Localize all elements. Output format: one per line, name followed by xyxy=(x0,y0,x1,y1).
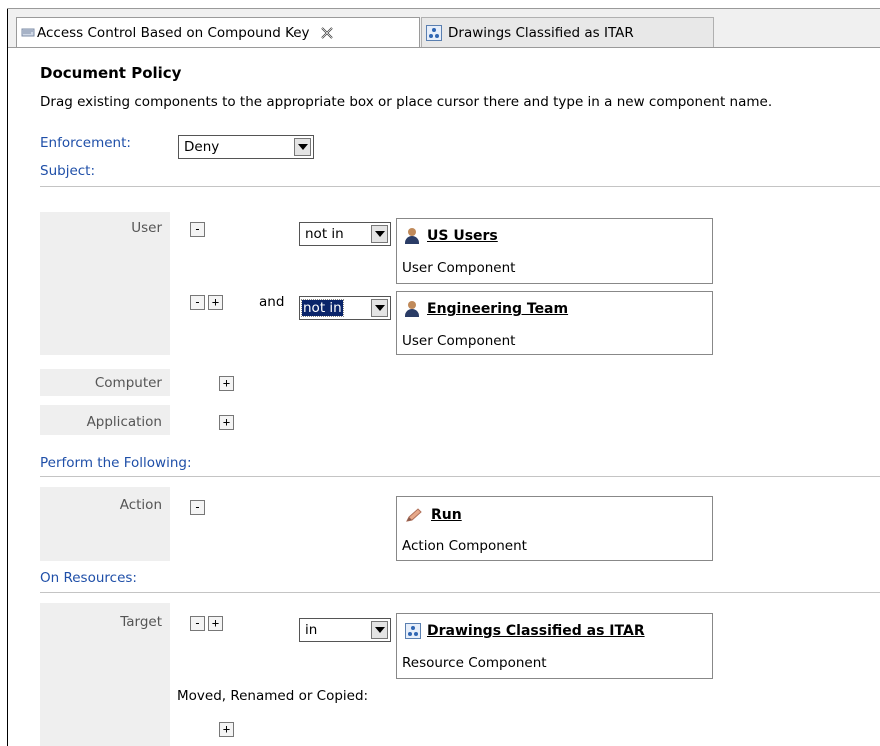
section-perform: Perform the Following: xyxy=(40,455,192,471)
action-icon xyxy=(406,508,422,522)
user-component-us-users[interactable]: US Users User Component xyxy=(396,218,713,284)
divider xyxy=(40,476,880,477)
enforcement-select[interactable]: Deny xyxy=(178,135,314,159)
close-icon[interactable] xyxy=(320,26,334,40)
operator-value: in xyxy=(305,622,318,638)
moved-renamed-copied-label: Moved, Renamed or Copied: xyxy=(177,688,369,704)
enforcement-label: Enforcement: xyxy=(40,135,131,151)
user-icon xyxy=(405,301,419,317)
page-description: Drag existing components to the appropri… xyxy=(40,94,773,110)
application-label: Application xyxy=(86,414,162,430)
component-type: Resource Component xyxy=(402,655,547,671)
user-icon xyxy=(405,228,419,244)
tab-label: Drawings Classified as ITAR xyxy=(448,24,634,41)
target-label: Target xyxy=(120,614,162,630)
tab-label: Access Control Based on Compound Key xyxy=(37,24,310,41)
action-label: Action xyxy=(119,497,162,513)
dropdown-arrow-icon[interactable] xyxy=(371,299,388,317)
add-user-button[interactable]: + xyxy=(208,295,223,310)
window-frame-left xyxy=(0,0,8,746)
add-target-button[interactable]: + xyxy=(208,616,223,631)
add-moved-button[interactable]: + xyxy=(219,722,234,737)
operator-value: not in xyxy=(305,226,344,242)
component-type: User Component xyxy=(402,333,516,349)
user-label: User xyxy=(131,220,162,236)
user-operator-select-2[interactable]: not in xyxy=(299,296,391,320)
remove-user-button[interactable]: - xyxy=(190,222,205,237)
page-title: Document Policy xyxy=(40,64,182,82)
component-name[interactable]: Engineering Team xyxy=(405,301,568,317)
window-frame-top xyxy=(7,0,880,9)
remove-user-button[interactable]: - xyxy=(190,295,205,310)
tab-drawings-itar[interactable]: Drawings Classified as ITAR xyxy=(421,17,714,47)
remove-target-button[interactable]: - xyxy=(190,616,205,631)
dropdown-arrow-icon[interactable] xyxy=(371,225,388,243)
resource-icon xyxy=(405,623,421,639)
user-operator-select-1[interactable]: not in xyxy=(299,222,391,246)
action-component-run[interactable]: Run Action Component xyxy=(396,496,713,561)
component-name[interactable]: Run xyxy=(405,507,462,523)
target-operator-select[interactable]: in xyxy=(299,618,391,642)
component-name[interactable]: US Users xyxy=(405,228,498,244)
add-computer-button[interactable]: + xyxy=(219,376,234,391)
dropdown-arrow-icon[interactable] xyxy=(294,138,311,156)
divider xyxy=(40,592,880,593)
enforcement-value: Deny xyxy=(184,139,220,155)
section-resources: On Resources: xyxy=(40,570,137,586)
component-type: User Component xyxy=(402,260,516,276)
user-component-engineering-team[interactable]: Engineering Team User Component xyxy=(396,291,713,355)
computer-label: Computer xyxy=(94,375,162,391)
dropdown-arrow-icon[interactable] xyxy=(371,621,388,639)
editor-tab-bar: Access Control Based on Compound Key Dra… xyxy=(8,9,880,48)
editor-icon xyxy=(21,28,35,37)
remove-action-button[interactable]: - xyxy=(190,500,205,515)
add-application-button[interactable]: + xyxy=(219,415,234,430)
tab-access-control[interactable]: Access Control Based on Compound Key xyxy=(16,17,420,47)
conjunction-label: and xyxy=(259,294,285,310)
component-type: Action Component xyxy=(402,538,527,554)
resource-component-itar[interactable]: Drawings Classified as ITAR Resource Com… xyxy=(396,613,713,679)
resource-icon xyxy=(426,24,442,41)
divider xyxy=(40,186,880,187)
section-subject: Subject: xyxy=(40,163,96,179)
component-name[interactable]: Drawings Classified as ITAR xyxy=(405,623,645,639)
operator-value-selected: not in xyxy=(301,299,344,317)
